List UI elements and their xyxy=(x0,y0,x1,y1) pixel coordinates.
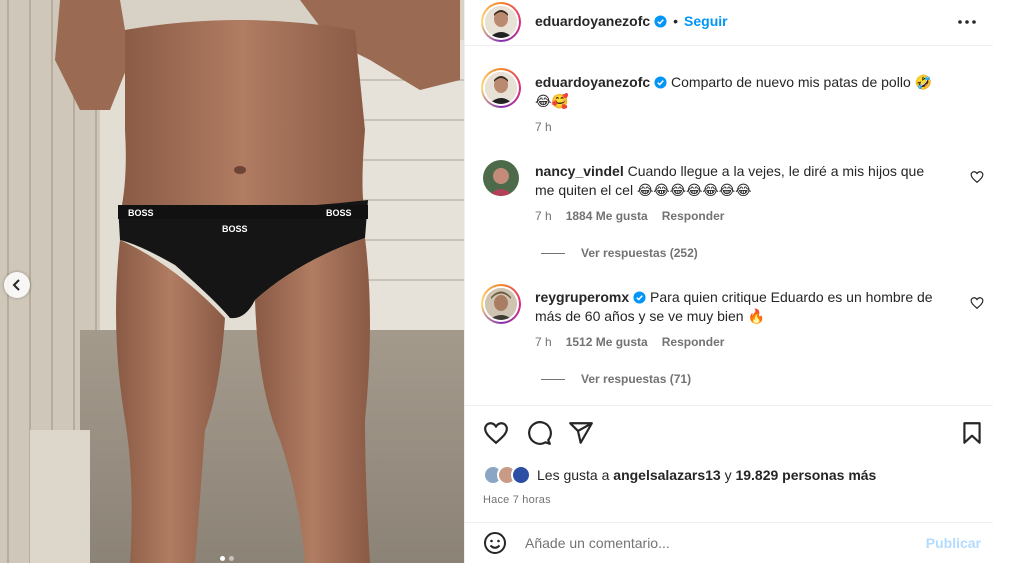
view-replies-button[interactable]: Ver respuestas (71) xyxy=(541,372,691,386)
post-photo[interactable]: BOSS BOSS BOSS xyxy=(0,0,464,563)
bookmark-icon[interactable] xyxy=(959,420,985,446)
commenter-username[interactable]: nancy_vindel xyxy=(535,163,624,179)
header-separator: • xyxy=(673,13,679,29)
comment-likes[interactable]: 1884 Me gusta xyxy=(566,209,648,223)
svg-text:BOSS: BOSS xyxy=(326,208,352,218)
commenter-avatar[interactable] xyxy=(483,160,519,196)
caption-text: eduardoyanezofc Comparto de nuevo mis pa… xyxy=(535,73,955,111)
carousel-dot xyxy=(229,556,234,561)
caption-author-avatar[interactable] xyxy=(481,68,521,108)
comment-meta: 7 h 1884 Me gusta Responder xyxy=(535,209,724,223)
caption-body: Comparto de nuevo mis patas de pollo 🤣 xyxy=(671,74,933,90)
replies-divider xyxy=(541,378,565,380)
send-icon[interactable] xyxy=(568,420,594,446)
post-image: BOSS BOSS BOSS xyxy=(0,0,464,563)
heart-icon[interactable] xyxy=(483,420,509,446)
comment-body-2: me quiten el cel 😂😂😂😂😂😂😂 xyxy=(535,182,752,198)
commenter-username[interactable]: reygruperomx xyxy=(535,289,629,305)
verified-badge-icon xyxy=(654,14,667,28)
caption-username[interactable]: eduardoyanezofc xyxy=(535,74,650,90)
replies-divider xyxy=(541,252,565,254)
avatar-image xyxy=(485,72,517,104)
comment-like-heart-icon[interactable] xyxy=(970,296,984,310)
reply-button[interactable]: Responder xyxy=(662,209,725,223)
action-bar xyxy=(465,405,993,406)
post-side-panel: eduardoyanezofc • Seguir eduardoyanezofc… xyxy=(464,0,993,563)
view-replies-label: Ver respuestas (71) xyxy=(581,372,692,386)
likes-prefix: Les gusta a xyxy=(537,467,610,483)
add-comment-bar: Publicar xyxy=(465,522,993,563)
author-avatar[interactable] xyxy=(481,2,521,42)
caption-body-2: 😂🥰 xyxy=(535,93,569,109)
reply-button[interactable]: Responder xyxy=(662,335,725,349)
more-horizontal-icon xyxy=(958,20,976,24)
comment-time: 7 h xyxy=(535,209,552,223)
carousel-dots xyxy=(220,556,234,561)
more-options-button[interactable] xyxy=(955,12,979,32)
comment-body: Para quien critique Eduardo es un hombre… xyxy=(650,289,933,305)
comment-likes[interactable]: 1512 Me gusta xyxy=(566,335,648,349)
caption-meta: 7 h xyxy=(535,120,552,134)
view-replies-label: Ver respuestas (252) xyxy=(581,246,698,260)
chevron-left-icon xyxy=(12,279,20,291)
avatar-image xyxy=(485,6,517,38)
view-replies-button[interactable]: Ver respuestas (252) xyxy=(541,246,698,260)
comment-body-2: más de 60 años y se ve muy bien 🔥 xyxy=(535,308,765,324)
comment-like-heart-icon[interactable] xyxy=(970,170,984,184)
emoji-icon[interactable] xyxy=(483,531,507,555)
comment-meta: 7 h 1512 Me gusta Responder xyxy=(535,335,724,349)
caption-time: 7 h xyxy=(535,120,552,134)
comment-icon[interactable] xyxy=(526,420,552,446)
comment-body: Cuando llegue a la vejes, le diré a mis … xyxy=(627,163,925,179)
post-timestamp: Hace 7 horas xyxy=(483,494,551,506)
avatar-image xyxy=(485,288,517,320)
author-username[interactable]: eduardoyanezofc xyxy=(535,13,650,29)
comment-input[interactable] xyxy=(525,533,905,553)
carousel-prev-button[interactable] xyxy=(4,272,30,298)
instagram-post-view: BOSS BOSS BOSS eduardoyanezofc • Seguir … xyxy=(0,0,1024,563)
likes-middle: y xyxy=(724,467,732,483)
likes-count[interactable]: 19.829 personas más xyxy=(735,467,876,483)
comment-time: 7 h xyxy=(535,335,552,349)
likes-summary: Les gusta a angelsalazars13 y 19.829 per… xyxy=(483,465,876,485)
carousel-dot xyxy=(220,556,225,561)
publish-button[interactable]: Publicar xyxy=(926,535,981,551)
follow-button[interactable]: Seguir xyxy=(684,13,728,29)
liker-avatar xyxy=(511,465,531,485)
post-header: eduardoyanezofc • Seguir xyxy=(465,0,993,46)
comment-text: nancy_vindel Cuando llegue a la vejes, l… xyxy=(535,162,945,200)
avatar-image xyxy=(483,160,519,196)
svg-text:BOSS: BOSS xyxy=(128,208,154,218)
likers-avatars[interactable] xyxy=(483,465,531,485)
svg-text:BOSS: BOSS xyxy=(222,224,248,234)
commenter-avatar[interactable] xyxy=(481,284,521,324)
comment-text: reygruperomx Para quien critique Eduardo… xyxy=(535,288,945,326)
verified-badge-icon xyxy=(633,291,646,304)
verified-badge-icon xyxy=(654,76,667,89)
liker-username[interactable]: angelsalazars13 xyxy=(613,467,720,483)
